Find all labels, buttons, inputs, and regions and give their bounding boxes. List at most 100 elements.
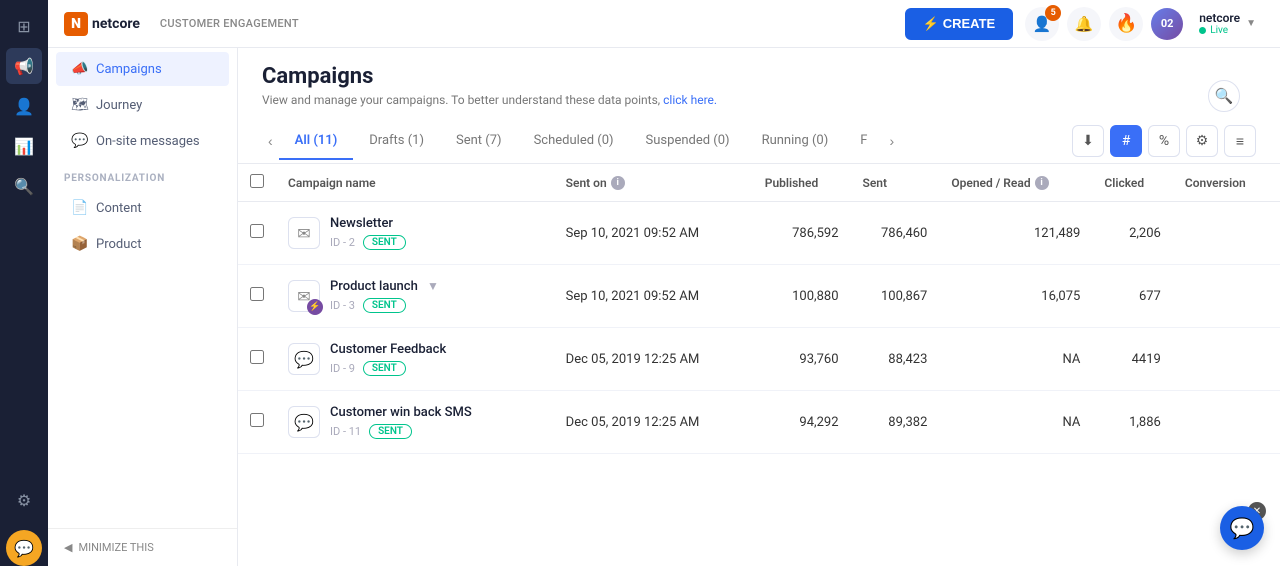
chat-nav-icon[interactable]: 💬 [6, 530, 42, 566]
tab-drafts[interactable]: Drafts (1) [353, 123, 440, 160]
opened-cell: NA [939, 328, 1092, 391]
col-sent: Sent [863, 176, 888, 190]
row-checkbox[interactable] [250, 350, 264, 364]
megaphone-icon[interactable]: 📢 [6, 48, 42, 84]
logo: N netcore [64, 12, 140, 36]
campaign-type-icon: 💬 [288, 343, 320, 375]
user-name: netcore [1199, 11, 1240, 25]
subtitle-text: View and manage your campaigns. To bette… [262, 93, 660, 107]
status-dot [1199, 27, 1206, 34]
status-label: Live [1210, 25, 1228, 36]
published-cell: 93,760 [753, 328, 851, 391]
percent-view-button[interactable]: % [1148, 125, 1180, 157]
conversion-cell [1173, 328, 1280, 391]
settings-table-button[interactable]: ⚙ [1186, 125, 1218, 157]
sidebar-item-campaigns[interactable]: 📣 Campaigns [56, 52, 229, 86]
sidebar-item-product[interactable]: 📦 Product [56, 227, 229, 261]
bell-icon-btn[interactable]: 🔔 [1067, 7, 1101, 41]
table-row: 💬 Customer win back SMS ID - 11 SENT Dec… [238, 391, 1280, 454]
row-checkbox[interactable] [250, 224, 264, 238]
conversion-cell [1173, 202, 1280, 265]
minimize-button[interactable]: ◀ MINIMIZE THIS [48, 528, 237, 566]
clicked-cell: 677 [1092, 265, 1173, 328]
tab-f[interactable]: F [844, 123, 883, 160]
sidebar-item-content[interactable]: 📄 Content [56, 191, 229, 225]
header-icons: 👤 5 🔔 🔥 02 netcore Live ▼ [1025, 7, 1264, 41]
table-row: ✉ ⚡ Product launch ▼ ID - 3 SEN [238, 265, 1280, 328]
clicked-cell: 1,886 [1092, 391, 1173, 454]
search-nav-icon[interactable]: 🔍 [6, 168, 42, 204]
expand-button[interactable]: ▼ [427, 279, 439, 293]
notification-badge: 5 [1045, 5, 1061, 21]
campaign-type-icon: ✉ ⚡ [288, 280, 320, 312]
search-button[interactable]: 🔍 [1208, 80, 1240, 112]
campaigns-table: Campaign name Sent on i Published [238, 164, 1280, 454]
onsite-icon: 💬 [72, 133, 88, 149]
automation-badge-icon: ⚡ [307, 299, 323, 315]
sidebar-item-onsite[interactable]: 💬 On-site messages [56, 124, 229, 158]
opened-cell: 121,489 [939, 202, 1092, 265]
sent-cell: 786,460 [851, 202, 940, 265]
campaign-name: Newsletter [330, 216, 406, 231]
chat-bubble-button[interactable]: 💬 [1220, 506, 1264, 550]
tab-suspended[interactable]: Suspended (0) [630, 123, 746, 160]
download-button[interactable]: ⬇ [1072, 125, 1104, 157]
sidebar-item-journey[interactable]: 🗺 Journey [56, 88, 229, 122]
sent-cell: 89,382 [851, 391, 940, 454]
row-checkbox[interactable] [250, 413, 264, 427]
sidebar: Engage 📣 Campaigns 🗺 Journey 💬 On-site m… [48, 0, 238, 566]
minimize-chevron-icon: ◀ [64, 541, 72, 554]
user-menu[interactable]: netcore Live ▼ [1191, 7, 1264, 40]
sidebar-item-label: Content [96, 201, 142, 216]
chart-icon[interactable]: 📊 [6, 128, 42, 164]
opened-cell: 16,075 [939, 265, 1092, 328]
fire-icon-btn[interactable]: 🔥 [1109, 7, 1143, 41]
sent-on-cell: Sep 10, 2021 09:52 AM [554, 265, 753, 328]
campaign-id: ID - 9 [330, 362, 355, 375]
opened-read-info-icon[interactable]: i [1035, 176, 1049, 190]
tab-sent[interactable]: Sent (7) [440, 123, 518, 160]
sent-on-info-icon[interactable]: i [611, 176, 625, 190]
tab-scheduled[interactable]: Scheduled (0) [518, 123, 630, 160]
user-icon-btn[interactable]: 👤 5 [1025, 7, 1059, 41]
sidebar-item-label: Campaigns [96, 62, 162, 77]
sent-on-cell: Dec 05, 2019 12:25 AM [554, 328, 753, 391]
user-menu-chevron: ▼ [1246, 18, 1256, 29]
sent-on-cell: Sep 10, 2021 09:52 AM [554, 202, 753, 265]
tab-all[interactable]: All (11) [279, 123, 354, 160]
campaign-id: ID - 3 [330, 299, 355, 312]
table-row: ✉ Newsletter ID - 2 SENT Sep 10, 2021 09… [238, 202, 1280, 265]
campaigns-table-container: Campaign name Sent on i Published [238, 164, 1280, 566]
campaign-type-icon: ✉ [288, 217, 320, 249]
col-sent-on: Sent on [566, 176, 607, 190]
subtitle-link[interactable]: click here. [663, 93, 717, 107]
settings-icon[interactable]: ⚙ [6, 482, 42, 518]
content-icon: 📄 [72, 200, 88, 216]
timer-icon[interactable]: 02 [1151, 8, 1183, 40]
conversion-cell [1173, 265, 1280, 328]
campaign-status-badge: SENT [363, 298, 406, 313]
select-all-checkbox[interactable] [250, 174, 264, 188]
campaign-name: Customer win back SMS [330, 405, 472, 420]
page-subtitle: View and manage your campaigns. To bette… [262, 93, 717, 107]
campaign-status-badge: SENT [363, 235, 406, 250]
col-published: Published [765, 176, 818, 190]
people-icon[interactable]: 👤 [6, 88, 42, 124]
create-button[interactable]: ⚡ CREATE [905, 8, 1013, 40]
clicked-cell: 4419 [1092, 328, 1173, 391]
tabs-next-button[interactable]: › [883, 129, 900, 153]
tab-running[interactable]: Running (0) [746, 123, 845, 160]
col-campaign-name: Campaign name [288, 176, 376, 190]
personalization-section-label: PERSONALIZATION [48, 159, 237, 190]
campaign-status-badge: SENT [369, 424, 412, 439]
minimize-label: MINIMIZE THIS [78, 541, 153, 554]
table-row: 💬 Customer Feedback ID - 9 SENT Dec 05, … [238, 328, 1280, 391]
logo-n: N [64, 12, 88, 36]
icon-nav: ⊞ 📢 👤 📊 🔍 ⚙ 💬 [0, 0, 48, 566]
row-checkbox[interactable] [250, 287, 264, 301]
grid-icon[interactable]: ⊞ [6, 8, 42, 44]
tabs-prev-button[interactable]: ‹ [262, 129, 279, 153]
sent-on-cell: Dec 05, 2019 12:25 AM [554, 391, 753, 454]
filter-button[interactable]: ≡ [1224, 125, 1256, 157]
hash-view-button[interactable]: # [1110, 125, 1142, 157]
